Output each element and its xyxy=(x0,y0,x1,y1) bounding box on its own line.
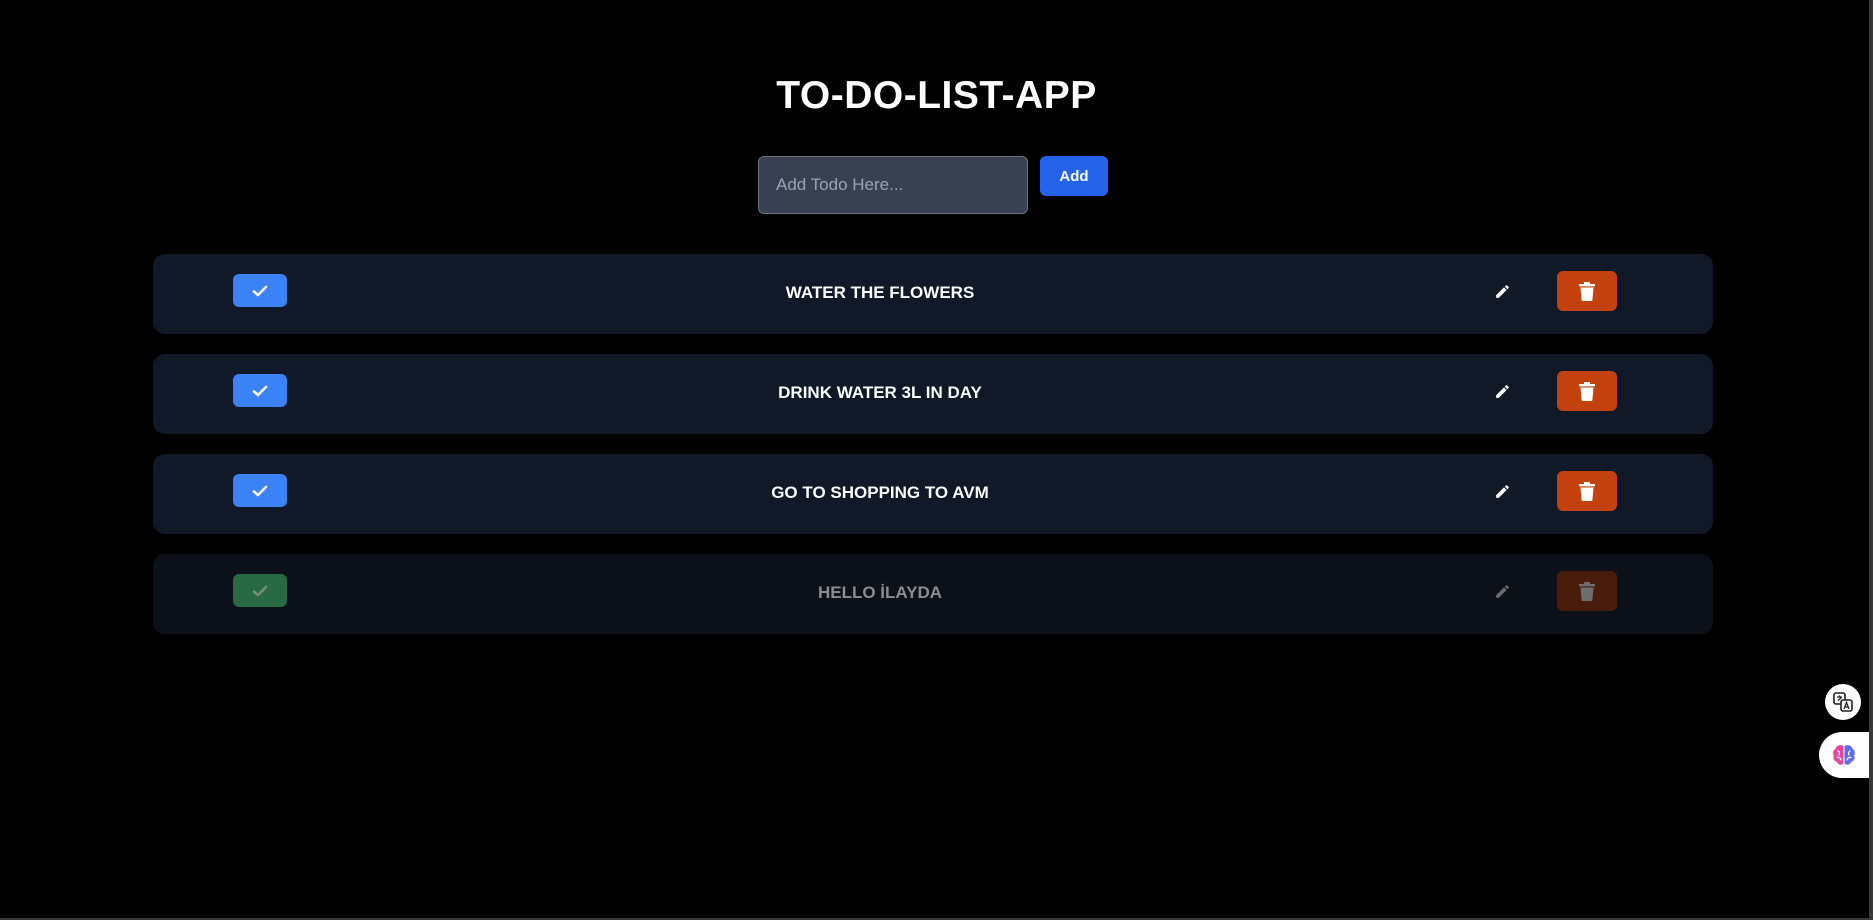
edit-button[interactable] xyxy=(1490,379,1514,403)
todo-item: DRINK WATER 3L IN DAY xyxy=(153,354,1713,434)
translate-widget-button[interactable] xyxy=(1825,684,1861,720)
todo-text: DRINK WATER 3L IN DAY xyxy=(778,383,982,402)
pencil-icon xyxy=(1495,384,1509,398)
translate-icon xyxy=(1833,692,1853,712)
todo-item: WATER THE FLOWERS xyxy=(153,254,1713,334)
todo-input[interactable] xyxy=(758,156,1028,214)
todo-text: GO TO SHOPPING TO AVM xyxy=(771,483,989,502)
pencil-icon xyxy=(1495,484,1509,498)
edit-button[interactable] xyxy=(1490,579,1514,603)
todo-text: HELLO İLAYDA xyxy=(817,583,943,602)
delete-button[interactable] xyxy=(1557,371,1617,411)
todo-item: GO TO SHOPPING TO AVM xyxy=(153,454,1713,534)
todo-item-completed: HELLO İLAYDA xyxy=(153,554,1713,634)
app-title: TO-DO-LIST-APP xyxy=(776,74,1097,117)
brain-icon xyxy=(1833,745,1855,765)
delete-button[interactable] xyxy=(1557,271,1617,311)
edit-button[interactable] xyxy=(1490,479,1514,503)
trash-icon xyxy=(1579,381,1595,401)
add-button[interactable]: Add xyxy=(1040,156,1108,196)
window-right-border xyxy=(1869,0,1873,920)
app-page: TO-DO-LIST-APP Add WATER THE FLOWERS xyxy=(0,0,1873,920)
pencil-icon xyxy=(1495,584,1509,598)
ai-assistant-widget-button[interactable] xyxy=(1819,732,1869,778)
todo-text: WATER THE FLOWERS xyxy=(785,283,975,302)
trash-icon xyxy=(1579,581,1595,601)
pencil-icon xyxy=(1495,284,1509,298)
delete-button[interactable] xyxy=(1557,571,1617,611)
add-todo-form: Add xyxy=(758,156,1108,214)
trash-icon xyxy=(1579,481,1595,501)
trash-icon xyxy=(1579,281,1595,301)
delete-button[interactable] xyxy=(1557,471,1617,511)
edit-button[interactable] xyxy=(1490,279,1514,303)
todo-list: WATER THE FLOWERS DRINK WATER 3L IN DAY … xyxy=(153,254,1713,654)
